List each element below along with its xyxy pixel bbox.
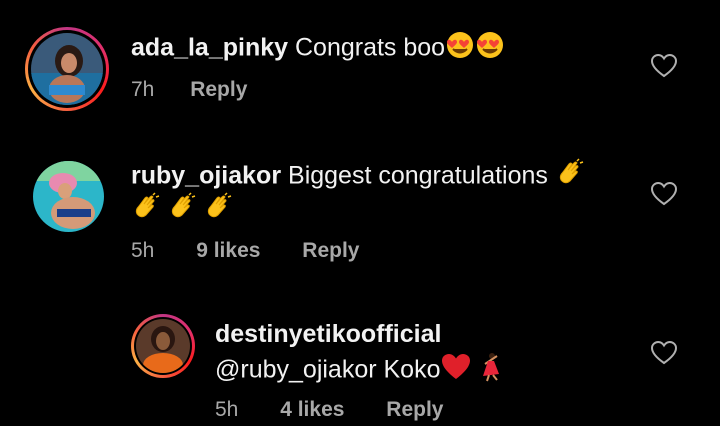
like-heart-icon[interactable] [651, 341, 677, 365]
clapping-hands-emoji-icon [203, 192, 233, 230]
likes-count[interactable]: 9 likes [196, 239, 260, 262]
like-heart-icon[interactable] [651, 182, 677, 206]
comment-username[interactable]: ada_la_pinky [131, 34, 288, 62]
clapping-hands-emoji-icon [555, 158, 585, 196]
clapping-hands-emoji-icon [167, 192, 197, 230]
reply-button[interactable]: Reply [190, 78, 247, 101]
dancer-emoji-icon [477, 352, 505, 390]
like-heart-icon[interactable] [651, 54, 677, 78]
heart-eyes-emoji-icon [445, 30, 475, 68]
comment-text: Congrats boo [294, 33, 446, 62]
heart-eyes-emoji-icon [475, 30, 505, 68]
reply-button[interactable]: Reply [386, 398, 443, 421]
clapping-hands-emoji-icon [131, 192, 161, 230]
avatar[interactable] [25, 27, 109, 111]
comment-username[interactable]: ruby_ojiakor [131, 162, 281, 190]
comment-username[interactable]: destinyetikoofficial [215, 320, 441, 348]
comment-text: Biggest congratulations [288, 161, 548, 190]
comment-time: 7h [131, 78, 155, 101]
comment-time: 5h [131, 239, 155, 262]
comment-text: @ruby_ojiakor Koko [215, 355, 441, 384]
red-heart-emoji-icon [441, 353, 471, 389]
comment-time: 5h [215, 398, 239, 421]
avatar[interactable] [131, 314, 195, 378]
avatar[interactable] [33, 161, 104, 232]
reply-button[interactable]: Reply [302, 239, 359, 262]
likes-count[interactable]: 4 likes [280, 398, 344, 421]
